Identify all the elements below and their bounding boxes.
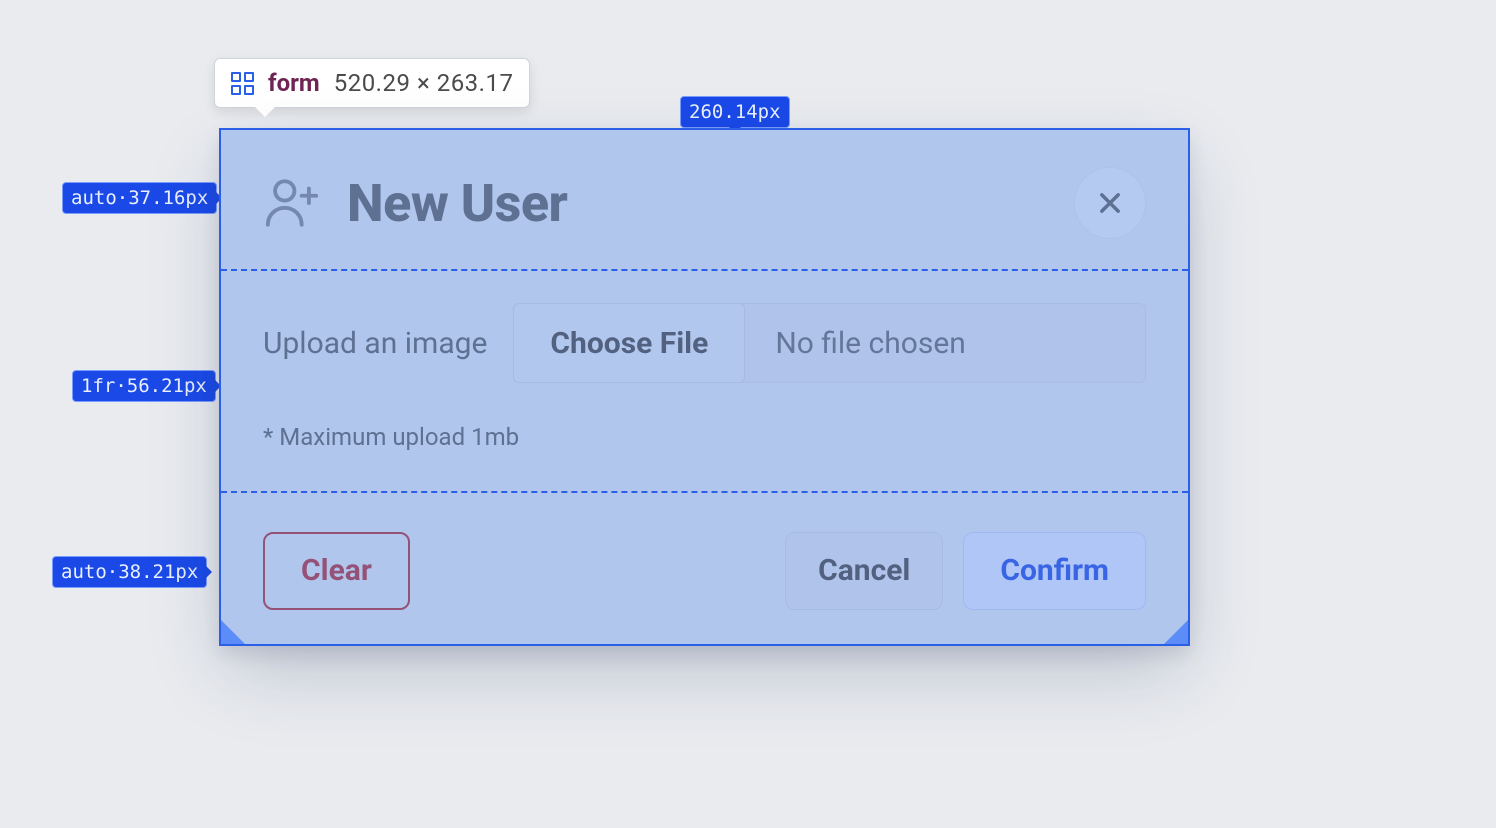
upload-hint: * Maximum upload 1mb: [263, 423, 1146, 451]
close-button[interactable]: [1074, 167, 1146, 239]
clear-button[interactable]: Clear: [263, 532, 410, 610]
form-header: New User: [219, 158, 1190, 248]
grid-row-label-2: 1fr·56.21px: [72, 370, 216, 402]
devtools-element-tooltip: form 520.29 × 263.17: [214, 58, 530, 108]
grid-column-width-label: 260.14px: [680, 96, 790, 128]
user-plus-icon: [263, 174, 321, 232]
form-body: Upload an image Choose File No file chos…: [219, 303, 1190, 473]
tooltip-dimensions: 520.29 × 263.17: [334, 69, 514, 97]
choose-file-button[interactable]: Choose File: [513, 303, 745, 383]
new-user-form: New User Upload an image Choose File No …: [219, 128, 1190, 646]
grid-row-label-1: auto·37.16px: [62, 182, 217, 214]
form-footer: Clear Cancel Confirm: [219, 523, 1190, 618]
tooltip-tagname: form: [268, 69, 320, 97]
close-icon: [1096, 189, 1124, 217]
confirm-button[interactable]: Confirm: [963, 532, 1146, 610]
grid-row-label-3: auto·38.21px: [52, 556, 207, 588]
grid-icon: [231, 72, 254, 95]
upload-label: Upload an image: [263, 326, 487, 361]
cancel-button[interactable]: Cancel: [785, 532, 943, 610]
file-input[interactable]: Choose File No file chosen: [513, 303, 1146, 383]
modal-title: New User: [347, 173, 567, 234]
footer-right-group: Cancel Confirm: [785, 532, 1146, 610]
upload-row: Upload an image Choose File No file chos…: [263, 303, 1146, 383]
no-file-chosen-text: No file chosen: [745, 326, 966, 361]
